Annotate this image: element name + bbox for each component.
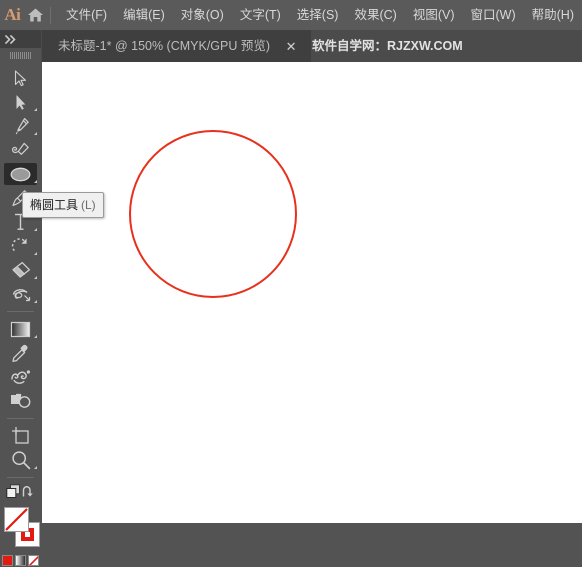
pen-icon: [15, 118, 29, 135]
eraser-icon: [11, 261, 30, 278]
blend-tool[interactable]: [0, 365, 41, 389]
width-tool[interactable]: [0, 282, 41, 306]
menu-divider: [50, 6, 52, 24]
fill-stroke-controls: [0, 505, 41, 553]
ellipse-tool[interactable]: [0, 162, 41, 186]
toolbar-divider: [7, 311, 34, 312]
toolbar-drag-handle[interactable]: [0, 48, 41, 62]
menu-view[interactable]: 视图(V): [405, 0, 463, 30]
curvature-icon: [11, 142, 29, 155]
ellipse-shape[interactable]: [129, 130, 297, 298]
selection-tool[interactable]: [0, 66, 41, 90]
tool-tooltip: 椭圆工具 (L): [22, 192, 104, 218]
artboard-icon: [11, 427, 29, 444]
menu-bar: Ai 文件(F) 编辑(E) 对象(O) 文字(T) 选择(S) 效果(C) 视…: [0, 0, 582, 30]
menu-edit[interactable]: 编辑(E): [115, 0, 173, 30]
document-tab-title: 未标题-1* @ 150% (CMYK/GPU 预览): [58, 39, 271, 53]
home-icon[interactable]: [25, 7, 47, 23]
menu-item-list: 文件(F) 编辑(E) 对象(O) 文字(T) 选择(S) 效果(C) 视图(V…: [58, 0, 582, 30]
tool-flyout-indicator: [34, 466, 37, 469]
artboard-tool[interactable]: [0, 424, 41, 448]
selection-arrow-icon: [14, 69, 27, 86]
gradient-tool[interactable]: [0, 317, 41, 341]
ellipse-icon: [10, 167, 31, 181]
tool-flyout-indicator: [34, 180, 37, 183]
toolbar-divider: [7, 418, 34, 419]
gradient-icon: [10, 321, 31, 337]
shape-builder-icon: [10, 393, 30, 408]
pen-tool[interactable]: [0, 114, 41, 138]
fill-mode-row: [0, 553, 41, 567]
document-tab-bar: 未标题-1* @ 150% (CMYK/GPU 预览) ✕ 软件自学网：RJZX…: [0, 30, 582, 62]
menu-file[interactable]: 文件(F): [58, 0, 115, 30]
double-chevron-right-icon: [5, 34, 16, 44]
shape-builder-tool[interactable]: [0, 389, 41, 413]
illustrator-window: Ai 文件(F) 编辑(E) 对象(O) 文字(T) 选择(S) 效果(C) 视…: [0, 0, 582, 566]
swap-arrow-icon[interactable]: [21, 485, 35, 504]
tool-flyout-indicator: [34, 228, 37, 231]
blend-icon: [10, 370, 30, 384]
gradient-swatch[interactable]: [15, 554, 26, 566]
direct-selection-icon: [16, 94, 26, 110]
drag-grip-handle: [9, 51, 32, 59]
tool-flyout-indicator: [34, 252, 37, 255]
tooltip-shortcut: (L): [81, 198, 96, 212]
zoom-tool[interactable]: [0, 448, 41, 472]
tools-panel: [0, 62, 41, 566]
tool-flyout-indicator: [34, 132, 37, 135]
tab-close-icon[interactable]: ✕: [284, 39, 298, 53]
artboard-canvas[interactable]: [42, 62, 582, 523]
panel-collapse-button[interactable]: [0, 30, 41, 48]
app-logo: Ai: [4, 5, 21, 24]
none-swatch[interactable]: [28, 554, 39, 566]
tool-flyout-indicator: [34, 335, 37, 338]
none-slash-icon: [5, 508, 28, 531]
eyedropper-tool[interactable]: [0, 341, 41, 365]
tool-flyout-indicator: [34, 300, 37, 303]
menu-select[interactable]: 选择(S): [289, 0, 347, 30]
overlapping-squares-icon[interactable]: [6, 484, 21, 504]
rotate-tool[interactable]: [0, 234, 41, 258]
document-tab[interactable]: 未标题-1* @ 150% (CMYK/GPU 预览) ✕: [42, 30, 312, 62]
eraser-tool[interactable]: [0, 258, 41, 282]
rotate-icon: [11, 237, 27, 251]
tooltip-label: 椭圆工具: [30, 198, 79, 212]
watermark-text: 软件自学网：RJZXW.COM: [312, 39, 463, 53]
menu-type[interactable]: 文字(T): [232, 0, 289, 30]
menu-help[interactable]: 帮助(H): [524, 0, 582, 30]
curvature-tool[interactable]: [0, 138, 41, 162]
color-swatch[interactable]: [2, 554, 13, 566]
tool-flyout-indicator: [34, 108, 37, 111]
eyedropper-icon: [11, 344, 28, 362]
width-icon: [12, 289, 30, 302]
toolbar-divider: [7, 477, 34, 478]
menu-window[interactable]: 窗口(W): [463, 0, 524, 30]
fill-swatch[interactable]: [4, 507, 29, 532]
menu-effect[interactable]: 效果(C): [346, 0, 404, 30]
tool-flyout-indicator: [34, 276, 37, 279]
toolbar-mode-row: [0, 483, 41, 505]
menu-object[interactable]: 对象(O): [173, 0, 232, 30]
direct-selection-tool[interactable]: [0, 90, 41, 114]
magnifier-icon: [11, 451, 30, 470]
